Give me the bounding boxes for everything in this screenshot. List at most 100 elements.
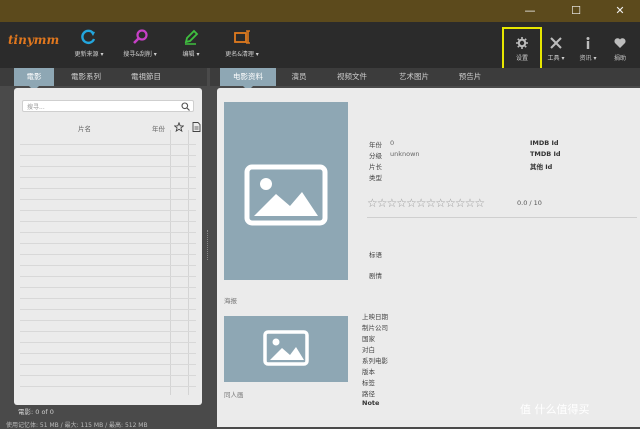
close-button[interactable]: ✕	[612, 3, 628, 19]
panel-splitter[interactable]	[207, 230, 210, 260]
table-row	[20, 277, 196, 288]
info-label: 资讯 ▾	[579, 55, 597, 62]
main-toolbar: tinymm 更新来源 ▾ 搜寻&刮削 ▾ 编辑 ▾ 更名&清理 ▾ 设置 工具…	[0, 22, 640, 68]
heart-icon	[614, 38, 626, 48]
table-row	[20, 178, 196, 189]
watermark: 值 什么值得买	[520, 403, 590, 416]
table-row	[20, 266, 196, 277]
tab-media-files[interactable]: 视频文件	[324, 68, 380, 86]
star-icon[interactable]	[174, 122, 184, 132]
spoken-language-label: 对白	[362, 346, 375, 354]
imdb-id-label: IMDB Id	[530, 139, 559, 147]
settings-highlight-box	[502, 27, 542, 70]
column-year[interactable]: 年份	[152, 123, 165, 133]
tags-label: 标签	[362, 379, 375, 387]
other-id-label: 其他 Id	[530, 163, 553, 171]
fanart-placeholder[interactable]	[224, 316, 348, 382]
plot-label: 剧情	[369, 272, 382, 280]
title-bar: — ☐ ✕	[0, 0, 640, 22]
tab-cast[interactable]: 演员	[280, 68, 318, 86]
rename-clean-button[interactable]: 更名&清理 ▾	[219, 28, 265, 58]
table-row	[20, 354, 196, 365]
maximize-button[interactable]: ☐	[568, 3, 584, 19]
image-icon	[263, 330, 309, 366]
production-label: 制片公司	[362, 324, 388, 332]
tools-button[interactable]: 工具 ▾	[540, 36, 572, 62]
update-sources-button[interactable]: 更新来源 ▾	[66, 28, 112, 58]
table-row	[20, 310, 196, 321]
tools-label: 工具 ▾	[547, 55, 565, 62]
refresh-icon	[81, 29, 96, 45]
table-row	[20, 365, 196, 376]
search-scrape-label: 搜寻&刮削 ▾	[123, 51, 157, 58]
collection-label: 系列电影	[362, 357, 388, 365]
release-date-label: 上映日期	[362, 313, 388, 321]
table-row	[20, 222, 196, 233]
rating-label: 分级	[369, 152, 382, 160]
rename-clean-label: 更名&清理 ▾	[225, 51, 259, 58]
year-label: 年份	[369, 141, 382, 149]
tagline-label: 标语	[369, 251, 382, 259]
column-title[interactable]: 片名	[78, 123, 91, 133]
memory-status: 使用记忆体: 51 MB / 最大: 115 MB / 最高: 512 MB	[6, 422, 148, 429]
search-icon	[133, 29, 148, 44]
right-tab-bar: 电影资料 演员 视频文件 艺术图片 预告片	[210, 68, 640, 91]
tab-tv-shows[interactable]: 電視節目	[118, 68, 174, 86]
table-row	[20, 167, 196, 178]
table-row	[20, 343, 196, 354]
table-row	[20, 200, 196, 211]
table-row	[20, 244, 196, 255]
update-sources-label: 更新来源 ▾	[74, 51, 104, 58]
table-row	[20, 156, 196, 167]
tab-movies[interactable]: 電影	[14, 68, 54, 91]
table-row	[20, 211, 196, 222]
edition-label: 版本	[362, 368, 375, 376]
score-text: 0.0 / 10	[517, 199, 542, 207]
table-row	[20, 189, 196, 200]
table-row	[20, 299, 196, 310]
info-button[interactable]: 资讯 ▾	[572, 36, 604, 62]
path-label: 路径	[362, 390, 375, 398]
tab-artwork[interactable]: 艺术图片	[386, 68, 442, 86]
poster-caption: 海报	[224, 297, 237, 305]
donate-button[interactable]: 捐助	[604, 36, 636, 62]
tab-movie-sets[interactable]: 電影系列	[60, 68, 112, 86]
rating-stars: ☆☆☆☆☆☆☆☆☆☆☆☆	[367, 196, 485, 210]
movie-count-status: 電影: 0 of 0	[18, 408, 54, 416]
note-label: Note	[362, 399, 380, 407]
tab-trailer[interactable]: 预告片	[448, 68, 492, 86]
movie-table	[20, 134, 196, 387]
image-icon	[244, 164, 328, 226]
table-row	[20, 145, 196, 156]
tab-movie-info[interactable]: 电影资料	[220, 68, 276, 91]
table-row	[20, 376, 196, 387]
minimize-button[interactable]: —	[522, 3, 538, 19]
genre-label: 类型	[369, 174, 382, 182]
edit-label: 编辑 ▾	[182, 51, 200, 58]
table-row	[20, 288, 196, 299]
fanart-caption: 同人画	[224, 391, 244, 399]
search-input[interactable]: 搜寻...	[22, 100, 194, 112]
movie-list-panel: 搜寻... 片名 年份	[14, 88, 202, 405]
table-row	[20, 321, 196, 332]
divider	[367, 217, 637, 218]
year-value: 0	[390, 139, 395, 147]
edit-icon	[184, 29, 199, 45]
table-row	[20, 332, 196, 343]
edit-button[interactable]: 编辑 ▾	[168, 28, 214, 58]
tmdb-id-label: TMDB Id	[530, 150, 561, 158]
left-tab-bar: 電影 電影系列 電視節目	[0, 68, 207, 91]
tools-icon	[550, 37, 562, 49]
document-icon[interactable]	[192, 122, 201, 132]
info-icon	[586, 37, 590, 49]
search-scrape-button[interactable]: 搜寻&刮削 ▾	[117, 28, 163, 58]
table-row	[20, 233, 196, 244]
table-row	[20, 134, 196, 145]
poster-placeholder[interactable]	[224, 102, 348, 280]
movie-detail-panel: 海报 同人画 年份 0 分级 unknown 片长 类型 IMDB Id TMD…	[217, 88, 640, 427]
app-logo: tinymm	[8, 33, 60, 47]
rating-value: unknown	[390, 150, 420, 158]
donate-label: 捐助	[613, 55, 626, 62]
runtime-label: 片长	[369, 163, 382, 171]
country-label: 国家	[362, 335, 375, 343]
